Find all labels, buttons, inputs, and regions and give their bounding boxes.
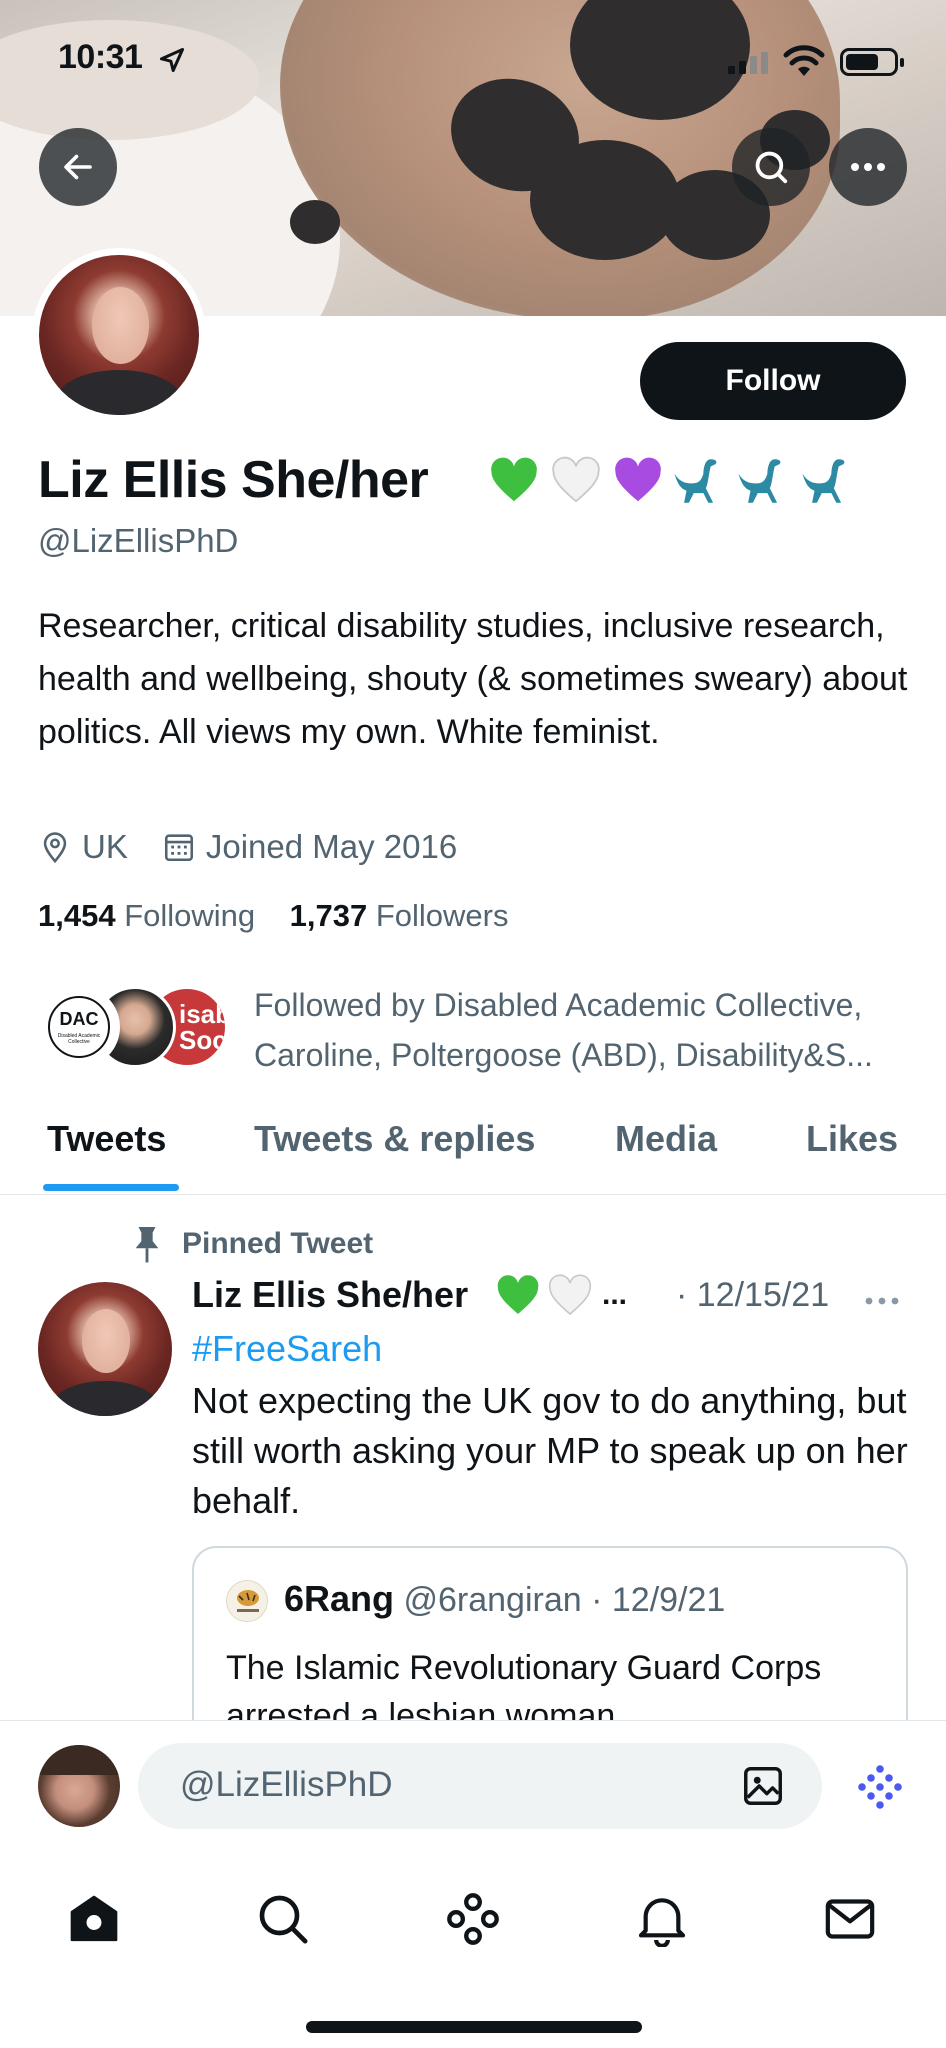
spaces-icon [447, 1893, 499, 1945]
pin-icon [135, 1227, 159, 1263]
profile-joined: Joined May 2016 [205, 828, 458, 865]
sauropod-icon [802, 459, 845, 503]
follow-button[interactable]: Follow [640, 342, 906, 420]
nav-notifications[interactable] [622, 1879, 702, 1959]
profile-handle: @LizEllisPhD [38, 522, 239, 559]
pinned-label: Pinned Tweet [182, 1227, 374, 1260]
home-icon [70, 1895, 118, 1942]
location-pin-icon [43, 832, 67, 864]
profile-meta: UK Joined May 2016 [38, 828, 457, 866]
sparkle-dots-icon[interactable] [856, 1763, 904, 1811]
tweet-author-name[interactable]: Liz Ellis She/her [192, 1274, 468, 1316]
status-bar: 10:31 [0, 0, 946, 120]
location-arrow-icon [159, 47, 185, 73]
pinned-label-row: Pinned Tweet [130, 1224, 373, 1264]
green-heart-icon [497, 1275, 539, 1314]
paw-pad [530, 140, 680, 260]
more-button[interactable] [829, 128, 907, 206]
calendar-icon [164, 834, 193, 862]
followers-link[interactable]: 1,737 Followers [290, 898, 509, 933]
quote-header: 6Rang @6rangiran · 12/9/21 [284, 1578, 725, 1620]
nav-spaces[interactable] [433, 1879, 513, 1959]
bottom-nav [0, 1869, 946, 1969]
tweet-avatar[interactable] [38, 1282, 172, 1416]
profile-stats: 1,454 Following 1,737 Followers [38, 898, 508, 934]
tweet-date[interactable]: · 12/15/21 [676, 1276, 829, 1315]
quoted-tweet[interactable]: 6Rang @6rangiran · 12/9/21 The Islamic R… [192, 1546, 908, 1746]
follower-avatar-label: isab Soc [179, 999, 228, 1055]
reply-placeholder: @LizEllisPhD [180, 1765, 393, 1804]
tab-media[interactable]: Media [615, 1118, 717, 1160]
search-icon [755, 151, 788, 184]
nav-search[interactable] [243, 1879, 323, 1959]
search-button[interactable] [732, 128, 810, 206]
follower-avatar-label: DAC [59, 1009, 99, 1029]
profile-avatar[interactable] [32, 248, 206, 422]
profile-tabs: Tweets Tweets & replies Media Likes [0, 1100, 946, 1195]
paw-pad [290, 200, 340, 244]
purple-heart-icon [615, 457, 661, 502]
current-user-avatar[interactable] [38, 1745, 120, 1827]
tiger-logo-icon [237, 1590, 259, 1612]
back-button[interactable] [39, 128, 117, 206]
wifi-icon [783, 45, 825, 76]
sauropod-icon [674, 459, 717, 503]
reply-input[interactable]: @LizEllisPhD [138, 1743, 822, 1829]
followed-by-row[interactable]: isab Soc DAC Disabled Academic Collectiv… [38, 980, 918, 1080]
tweet-text: Not expecting the UK gov to do anything,… [192, 1380, 908, 1521]
tweet-name-truncation: ... [602, 1278, 628, 1311]
image-icon[interactable] [740, 1763, 786, 1809]
search-icon [259, 1895, 308, 1944]
tab-likes[interactable]: Likes [806, 1118, 898, 1160]
quote-author-name: 6Rang [284, 1578, 395, 1619]
tweet-author-emojis [494, 1272, 594, 1320]
status-time: 10:31 [58, 38, 143, 76]
more-icon [865, 1297, 899, 1305]
bell-icon [638, 1898, 686, 1947]
sauropod-icon [738, 459, 781, 503]
tab-tweets-replies[interactable]: Tweets & replies [254, 1118, 535, 1160]
white-heart-icon [548, 1274, 592, 1316]
nav-home[interactable] [54, 1879, 134, 1959]
tweet-header: Liz Ellis She/her ... · 12/15/21 [192, 1274, 912, 1326]
followers-label: Followers [375, 898, 509, 933]
profile-location: UK [82, 828, 128, 865]
signal-icon [728, 52, 768, 74]
white-heart-icon [552, 456, 600, 503]
quote-date: · 12/9/21 [591, 1581, 726, 1619]
following-count: 1,454 [38, 898, 116, 933]
following-label: Following [124, 898, 256, 933]
quote-author-handle: @6rangiran [403, 1581, 582, 1619]
tweet-more-button[interactable] [864, 1276, 900, 1315]
arrow-left-icon [64, 154, 92, 180]
following-link[interactable]: 1,454 Following [38, 898, 255, 933]
followed-by-text: Followed by Disabled Academic Collective… [254, 987, 873, 1073]
bottom-area: @LizEllisPhD [0, 1720, 946, 2048]
tab-tweets[interactable]: Tweets [47, 1118, 166, 1160]
follower-avatar-sublabel: Disabled Academic Collective [57, 1033, 101, 1045]
active-tab-indicator [43, 1184, 179, 1191]
profile-bio: Researcher, critical disability studies,… [38, 607, 908, 751]
tweet-hashtag[interactable]: #FreeSareh [192, 1328, 382, 1370]
followers-count: 1,737 [289, 898, 368, 933]
more-icon [851, 163, 885, 171]
green-heart-icon [491, 457, 537, 502]
home-indicator [306, 2021, 642, 2033]
avatar-image [39, 255, 199, 415]
mail-icon [825, 1899, 875, 1939]
name-emoji-row [486, 450, 858, 512]
quote-author-avatar [226, 1580, 268, 1622]
battery-icon [840, 48, 904, 76]
display-name: Liz Ellis She/her [38, 451, 429, 509]
nav-messages[interactable] [810, 1879, 890, 1959]
follower-avatar: DAC Disabled Academic Collective [38, 986, 120, 1068]
